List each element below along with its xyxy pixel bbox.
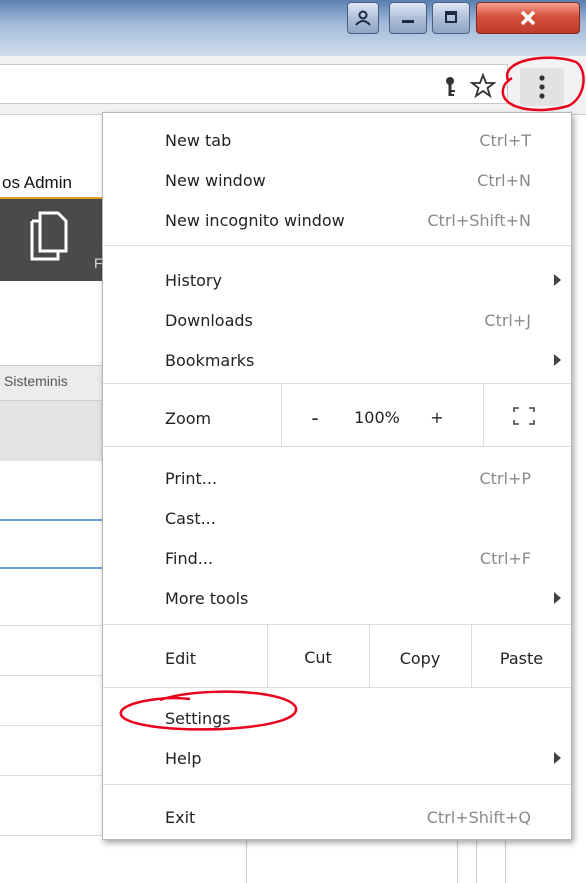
menu-row-zoom: Zoom - 100% + [103,384,571,446]
maximize-icon [433,3,469,33]
menu-item-help[interactable]: Help [103,738,571,778]
right-panel [246,841,458,883]
menu-item-shortcut: Ctrl+Shift+N [427,211,531,230]
menu-item-more-tools[interactable]: More tools [103,578,571,618]
menu-separator [103,784,571,785]
menu-item-label: Print... [165,469,218,488]
menu-item-label: Exit [165,808,196,827]
menu-item-print[interactable]: Print... Ctrl+P [103,458,571,498]
arrow-icon [554,354,561,366]
user-icon [348,3,378,33]
menu-button[interactable] [520,68,564,106]
row-divider [0,775,110,776]
menu-dots-icon [539,75,545,99]
menu-item-label: New incognito window [165,211,345,230]
gray-row [0,401,110,461]
menu-item-label: New tab [165,131,232,150]
zoom-out-button[interactable]: - [293,406,337,430]
menu-divider [281,384,282,446]
edit-label: Edit [165,649,196,668]
row-divider [0,725,110,726]
page-tab-label[interactable]: os Admin [2,173,72,193]
fullscreen-button[interactable] [503,402,545,430]
menu-divider [483,384,484,446]
arrow-icon [554,752,561,764]
menu-item-label: Help [165,749,202,768]
menu-separator [103,446,571,447]
maximize-button[interactable] [432,2,470,34]
menu-item-shortcut: Ctrl+J [484,311,531,330]
menu-item-new-window[interactable]: New window Ctrl+N [103,160,571,200]
menu-item-new-tab[interactable]: New tab Ctrl+T [103,120,571,160]
menu-separator [103,245,571,246]
menu-item-find[interactable]: Find... Ctrl+F [103,538,571,578]
address-bar[interactable] [0,64,508,104]
row-divider [0,625,110,626]
row-divider [0,675,110,676]
chrome-menu: New tab Ctrl+T New window Ctrl+N New inc… [102,112,572,840]
minimize-button[interactable] [389,2,427,34]
menu-item-label: Downloads [165,311,253,330]
row-divider [0,835,110,836]
user-button[interactable] [347,2,379,34]
key-icon[interactable] [443,76,457,103]
zoom-label: Zoom [165,409,212,428]
close-button[interactable] [476,2,580,34]
menu-item-shortcut: Ctrl+N [477,171,531,190]
cut-button[interactable]: Cut [268,648,368,667]
browser-toolbar [0,56,586,115]
menu-item-shortcut: Ctrl+F [479,549,531,568]
arrow-icon [554,592,561,604]
input-line [0,519,110,521]
input-line [0,567,110,569]
page-tab-label-2[interactable]: Sisteminis [4,373,68,389]
menu-item-bookmarks[interactable]: Bookmarks [103,340,571,380]
menu-item-shortcut: Ctrl+T [479,131,531,150]
menu-item-shortcut: Ctrl+Shift+Q [426,808,531,827]
menu-row-edit: Edit Cut Copy Paste [103,625,571,687]
close-icon [477,3,579,33]
menu-item-label: New window [165,171,266,190]
menu-item-history[interactable]: History [103,260,571,300]
menu-item-settings[interactable]: Settings [103,698,571,738]
arrow-icon [554,274,561,286]
menu-item-shortcut: Ctrl+P [479,469,531,488]
menu-item-label: Find... [165,549,214,568]
menu-separator [103,687,571,688]
zoom-value: 100% [354,408,400,427]
copy-button[interactable]: Copy [370,649,470,668]
menu-item-label: History [165,271,222,290]
menu-item-label: More tools [165,589,249,608]
window-titlebar [0,0,586,56]
zoom-in-button[interactable]: + [415,408,459,427]
menu-item-label: Bookmarks [165,351,255,370]
document-icon[interactable] [28,211,70,266]
menu-item-new-incognito-window[interactable]: New incognito window Ctrl+Shift+N [103,200,571,240]
scrollbar-track[interactable] [476,841,506,883]
paste-button[interactable]: Paste [472,649,571,668]
menu-item-exit[interactable]: Exit Ctrl+Shift+Q [103,797,571,837]
fullscreen-icon [513,407,535,425]
menu-item-label: Cast... [165,509,216,528]
menu-item-downloads[interactable]: Downloads Ctrl+J [103,300,571,340]
menu-item-cast[interactable]: Cast... [103,498,571,538]
minimize-icon [390,3,426,33]
menu-item-label: Settings [165,709,231,728]
star-icon[interactable] [469,72,497,104]
